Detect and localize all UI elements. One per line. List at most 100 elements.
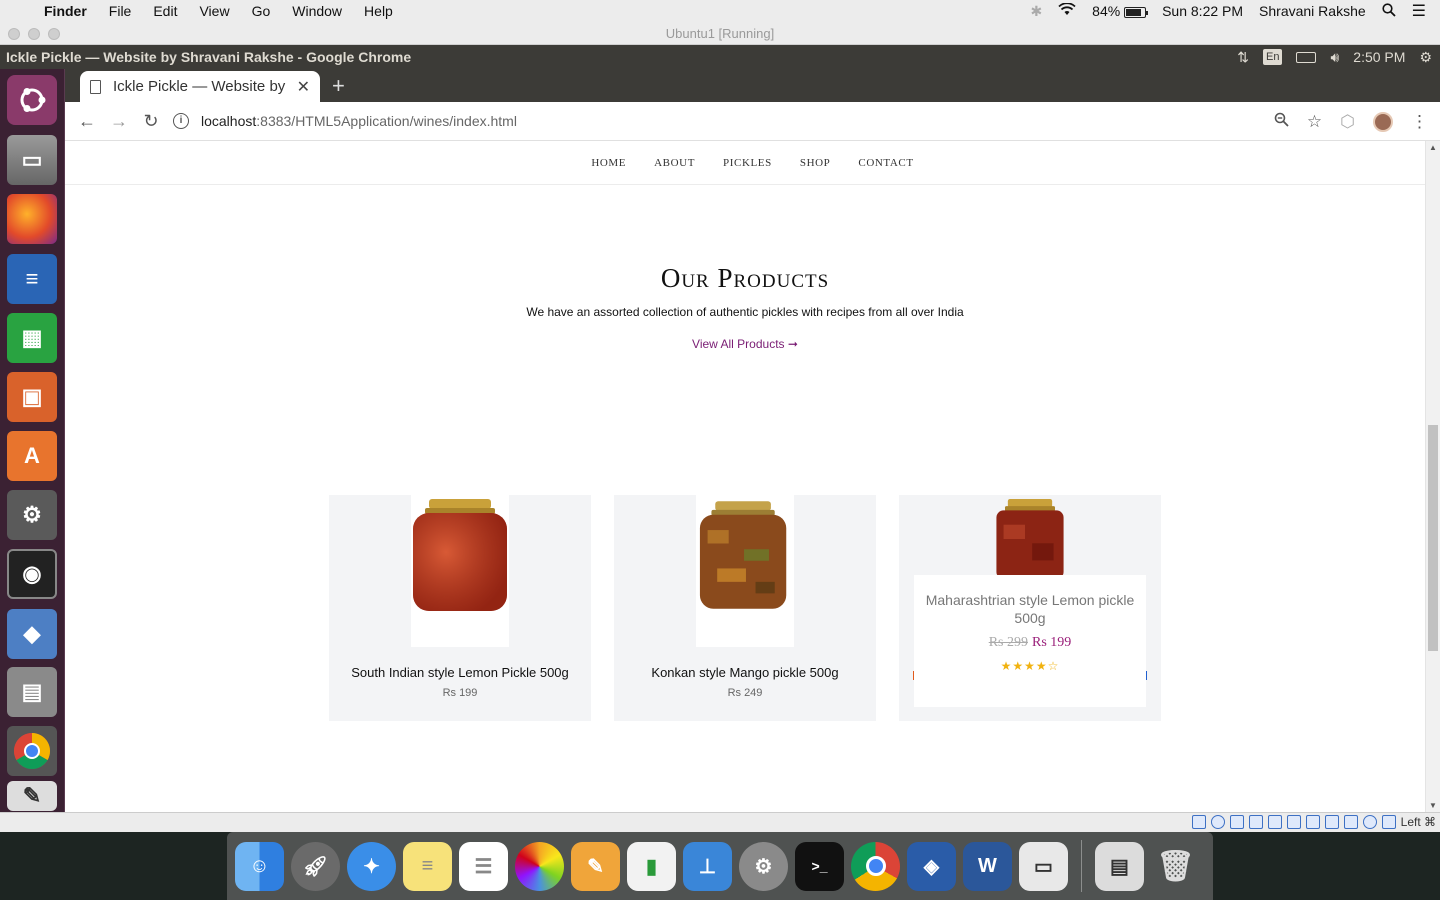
forward-button[interactable]: → [103,111,135,132]
notes-icon[interactable]: ≡ [403,841,452,891]
video-capture-icon[interactable] [1324,815,1339,829]
minimize-window-button[interactable] [28,28,40,40]
pickle-jar-image [413,499,507,611]
audio-icon[interactable] [1229,815,1244,829]
keyboard-language-indicator[interactable]: En [1263,49,1283,65]
nav-about[interactable]: ABOUT [652,157,697,169]
product-name[interactable]: Maharashtrian style Lemon pickle 500g [914,591,1146,627]
clock[interactable]: Sun 8:22 PM [1162,3,1243,19]
menu-app-finder[interactable]: Finder [40,3,98,19]
page-scrollbar[interactable]: ▲ ▼ [1425,141,1440,812]
writer-icon[interactable]: ≡ [7,254,57,304]
terminal-icon[interactable]: >_ [795,841,844,891]
nav-home[interactable]: HOME [589,157,628,169]
close-window-button[interactable] [8,28,20,40]
cpu-icon[interactable] [1343,815,1358,829]
terminal-disk-icon[interactable]: ◉ [7,549,57,599]
downloads-stack-icon[interactable]: ▤ [1095,841,1144,891]
product-image[interactable] [981,495,1079,579]
product-card[interactable]: Konkan style Mango pickle 500g Rs 249 [614,495,876,721]
keynote-icon[interactable]: ⊥ [683,841,732,891]
battery-icon [1124,6,1149,18]
word-icon[interactable]: W [963,841,1012,891]
menu-file[interactable]: File [98,3,143,19]
network-arrows-icon[interactable]: ⇅ [1237,45,1249,69]
zoom-icon[interactable] [1274,112,1289,132]
keyboard-capture-icon[interactable] [1381,815,1396,829]
nav-pickles[interactable]: PICKLES [721,157,774,169]
hard-disk-icon[interactable] [1191,815,1206,829]
menu-edit[interactable]: Edit [142,3,188,19]
printer-icon[interactable]: ▤ [7,667,57,717]
product-card[interactable]: South Indian style Lemon Pickle 500g Rs … [329,495,591,721]
mouse-integration-icon[interactable] [1362,815,1377,829]
system-preferences-icon[interactable]: ⚙ [739,841,788,891]
nav-shop[interactable]: SHOP [798,157,833,169]
photos-icon[interactable] [515,841,564,891]
safari-icon[interactable]: ✦ [347,841,396,891]
nav-contact[interactable]: CONTACT [856,157,915,169]
firefox-icon[interactable] [7,194,57,244]
menu-window[interactable]: Window [281,3,353,19]
virtualbox-cube-icon[interactable]: ◆ [7,609,57,659]
menu-view[interactable]: View [188,3,240,19]
site-info-icon[interactable]: i [173,113,189,129]
profile-avatar[interactable] [1373,111,1393,132]
virtualbox-icon[interactable]: ◈ [907,841,956,891]
ubuntu-dash-icon[interactable] [7,75,57,125]
finder-icon[interactable]: ☺ [235,841,284,891]
reminders-icon[interactable]: ☰ [459,841,508,891]
user-name[interactable]: Shravani Rakshe [1259,3,1366,19]
product-image[interactable] [411,495,509,647]
notification-center-icon[interactable]: ☰ [1412,1,1426,21]
text-editor-icon[interactable]: ✎ [7,781,57,811]
system-settings-icon[interactable]: ⚙ [7,490,57,540]
files-icon[interactable]: ▭ [7,135,57,185]
view-all-products-link[interactable]: View All Products ➞ [65,337,1425,351]
close-tab-icon[interactable]: ✕ [297,77,310,97]
software-center-icon[interactable]: A [7,431,57,481]
chrome-menu-icon[interactable]: ⋮ [1411,112,1428,132]
scroll-up-icon[interactable]: ▲ [1429,143,1437,152]
menu-go[interactable]: Go [241,3,282,19]
usb-icon[interactable] [1267,815,1282,829]
optical-drive-icon[interactable] [1210,815,1225,829]
address-bar[interactable]: i localhost:8383/HTML5Application/wines/… [173,113,517,129]
battery-status[interactable]: 84% [1092,3,1149,19]
bookmark-star-icon[interactable]: ☆ [1307,112,1322,132]
product-hover-panel[interactable]: Maharashtrian style Lemon pickle 500g Rs… [914,575,1146,707]
scrollbar-thumb[interactable] [1428,425,1438,651]
display-icon[interactable] [1305,815,1320,829]
product-name[interactable]: Konkan style Mango pickle 500g [614,665,876,680]
shared-folders-icon[interactable] [1286,815,1301,829]
numbers-icon[interactable]: ▮ [627,841,676,891]
product-card-hovered[interactable]: Maharashtrian style Lemon pickle 500g Rs… [899,495,1161,721]
bluetooth-icon[interactable]: ✱ [1030,3,1042,20]
chrome-icon[interactable] [7,726,57,776]
impress-icon[interactable]: ▣ [7,372,57,422]
volume-icon[interactable]: 🔊︎ [1330,45,1339,69]
chrome-window: Ickle Pickle — Website by Shravani Raksh… [65,69,1440,812]
settings-gear-icon[interactable]: ⚙ [1419,45,1432,69]
extension-icon[interactable]: ⬡ [1340,112,1355,132]
network-icon[interactable] [1248,815,1263,829]
product-name[interactable]: South Indian style Lemon Pickle 500g [329,665,591,680]
launchpad-icon[interactable]: 🚀︎ [291,841,340,891]
spotlight-search-icon[interactable] [1382,2,1396,20]
vm-window-icon[interactable]: ▭ [1019,841,1068,891]
back-button[interactable]: ← [71,111,103,132]
reload-button[interactable]: ↻ [135,111,167,132]
scroll-down-icon[interactable]: ▼ [1429,801,1437,810]
wifi-icon[interactable] [1058,2,1076,19]
calc-icon[interactable]: ▦ [7,313,57,363]
browser-tab[interactable]: Ickle Pickle — Website by Shravani Raksh… [80,71,320,102]
battery-icon[interactable] [1296,51,1317,63]
pages-icon[interactable]: ✎ [571,841,620,891]
menu-help[interactable]: Help [353,3,404,19]
chrome-dock-icon[interactable] [851,841,900,891]
trash-icon[interactable]: 🗑︎ [1151,842,1200,891]
new-tab-button[interactable]: + [332,73,345,99]
product-image[interactable] [696,495,794,647]
zoom-window-button[interactable] [48,28,60,40]
ubuntu-clock[interactable]: 2:50 PM [1353,45,1405,69]
